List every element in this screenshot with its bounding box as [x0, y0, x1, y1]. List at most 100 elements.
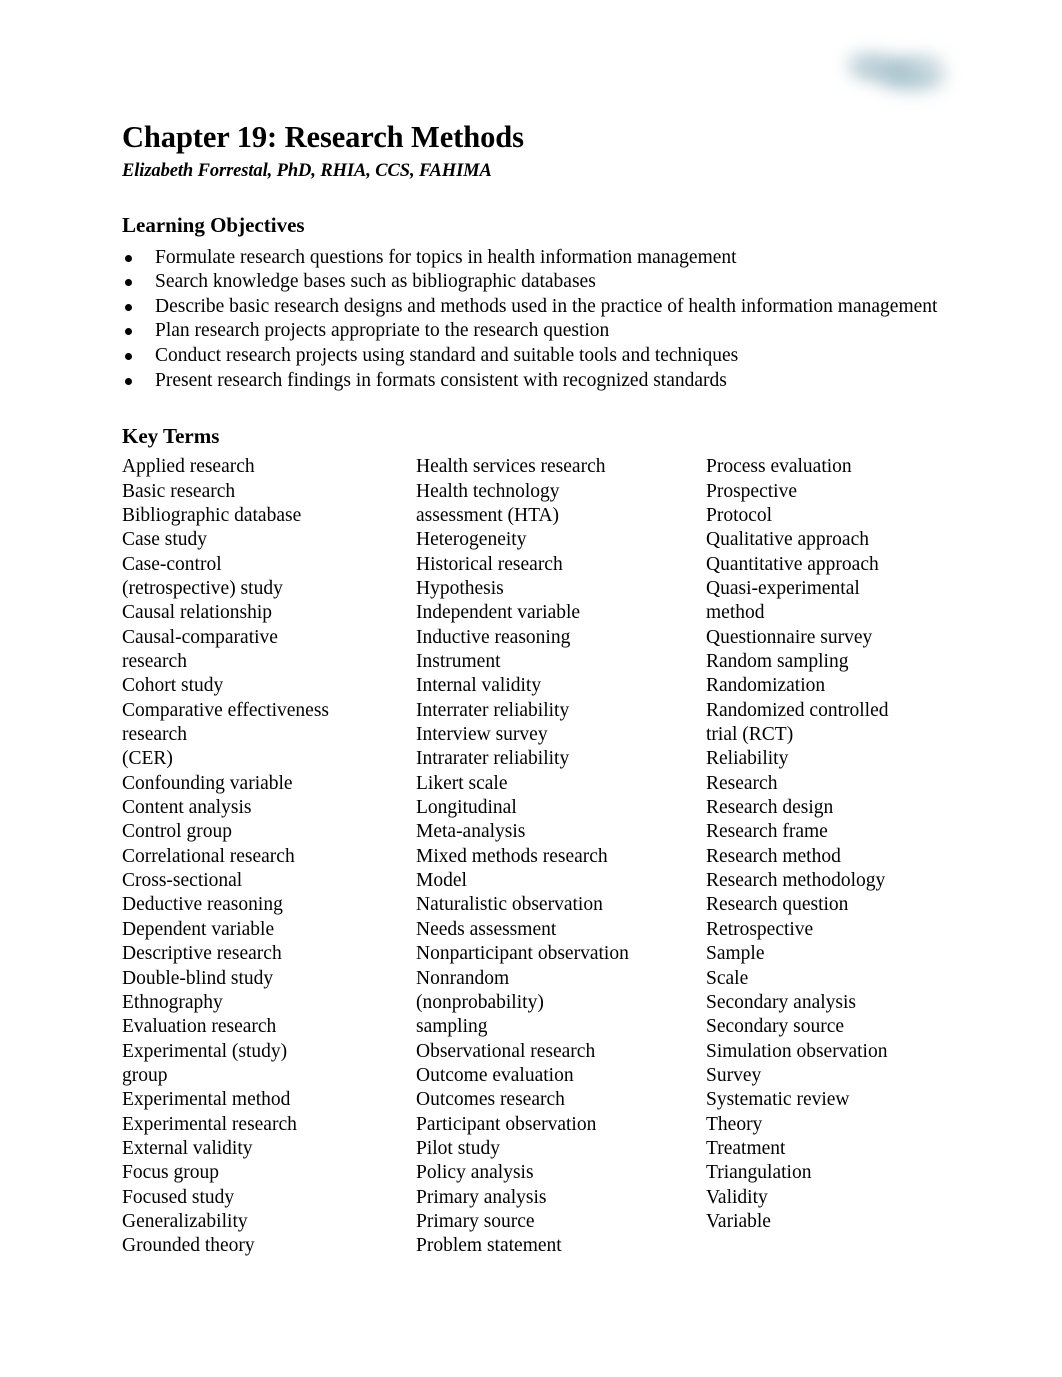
key-term: Quasi-experimental [706, 578, 860, 599]
key-term: Validity [706, 1186, 768, 1208]
key-term: Retrospective [706, 918, 814, 940]
key-term: Primary analysis [416, 1186, 547, 1208]
key-term: Internal validity [416, 675, 542, 697]
key-term: Naturalistic observation [416, 894, 603, 916]
list-item: Plan research projects appropriate to th… [122, 319, 962, 344]
key-terms-column-3: Process evaluation Prospective Protocol Qua… [706, 455, 962, 1258]
key-term: Confounding variable [122, 772, 293, 794]
learning-objectives-list: Formulate research questions for topics … [122, 246, 962, 394]
key-term: Participant observation [416, 1113, 597, 1135]
key-term: Research frame [706, 821, 828, 843]
bullet-icon [125, 352, 132, 360]
key-term: Research design [706, 797, 834, 819]
key-term: Mixed methods research [416, 845, 608, 867]
document-content: Chapter 19: Research Methods Elizabeth F… [122, 120, 962, 1259]
key-term: Variable [706, 1210, 771, 1232]
key-term: Content analysis [122, 797, 252, 819]
list-item-label: Search knowledge bases such as bibliogra… [155, 271, 596, 293]
key-term: Hypothesis [416, 578, 504, 599]
key-term: Secondary source [706, 1016, 845, 1038]
document-page: Chapter 19: Research Methods Elizabeth F… [0, 0, 1062, 1377]
key-term: Cross-sectional [122, 870, 243, 892]
key-term: Independent variable [416, 602, 581, 624]
key-terms-column-2: Health services research Health technolog… [416, 455, 706, 1258]
page-title: Chapter 19: Research Methods [122, 120, 524, 154]
watermark-blob [880, 64, 944, 90]
key-term: Prospective [706, 480, 797, 502]
key-term: assessment (HTA) [416, 504, 560, 526]
key-term: Random sampling [706, 651, 849, 673]
key-term: Health technology [416, 480, 560, 502]
key-term: Interrater reliability [416, 699, 570, 721]
list-item-label: Present research findings in formats con… [155, 369, 727, 391]
key-term: Descriptive research [122, 943, 282, 965]
key-terms-columns: Applied research Basic research Bibliograp… [122, 455, 962, 1258]
list-item: Present research findings in formats con… [122, 369, 962, 394]
key-term: Case study [122, 529, 208, 551]
key-term: Research question [706, 894, 849, 916]
key-term: Heterogeneity [416, 529, 527, 551]
key-term: Research method [706, 845, 841, 867]
key-term: method [706, 602, 765, 624]
watermark-blob [904, 56, 944, 74]
key-term: Experimental method [122, 1089, 291, 1111]
list-item-label: Describe basic research designs and meth… [155, 295, 938, 317]
list-item-label: Plan research projects appropriate to th… [155, 320, 610, 342]
key-term: Generalizability [122, 1210, 248, 1232]
key-term: Health services research [416, 456, 606, 478]
bullet-icon [125, 377, 132, 385]
key-term: Inductive reasoning [416, 626, 571, 648]
list-item-label: Formulate research questions for topics … [155, 246, 737, 268]
key-term: Ethnography [122, 991, 223, 1013]
learning-objectives-heading: Learning Objectives [122, 213, 305, 238]
key-term: Needs assessment [416, 918, 557, 940]
key-term: Pilot study [416, 1137, 500, 1159]
key-term: Treatment [706, 1137, 786, 1159]
key-terms-heading: Key Terms [122, 424, 220, 449]
key-term: External validity [122, 1137, 253, 1159]
key-term: Secondary analysis [706, 991, 857, 1013]
key-term: Model [416, 870, 467, 892]
key-term: Research methodology [706, 870, 886, 892]
bullet-icon [125, 328, 132, 336]
key-term: Process evaluation [706, 456, 852, 478]
key-term: Simulation observation [706, 1040, 888, 1062]
key-term: Systematic review [706, 1089, 850, 1111]
key-term: Randomization [706, 675, 826, 697]
key-term: Theory [706, 1113, 763, 1135]
key-term: Observational research [416, 1040, 596, 1062]
key-term: Focused study [122, 1186, 235, 1208]
key-term: Case-control [122, 553, 222, 575]
key-term: Randomized controlled [706, 699, 889, 721]
key-term: group [122, 1064, 168, 1086]
key-term: Questionnaire survey [706, 626, 873, 648]
key-term: (nonprobability) [416, 991, 544, 1013]
key-term: Correlational research [122, 845, 295, 867]
key-term: Dependent variable [122, 918, 275, 940]
key-term: Longitudinal [416, 797, 517, 819]
key-term: trial (RCT) [706, 724, 794, 746]
key-term: Applied research [122, 456, 255, 478]
key-term: Problem statement [416, 1235, 562, 1257]
key-term: Qualitative approach [706, 529, 869, 551]
key-term: research [122, 651, 187, 673]
list-item: Search knowledge bases such as bibliogra… [122, 270, 962, 295]
key-term: Primary source [416, 1210, 535, 1232]
key-term: Cohort study [122, 675, 224, 697]
key-term: Nonrandom [416, 967, 510, 989]
key-term: Instrument [416, 651, 501, 673]
key-term: research [122, 724, 187, 746]
key-term: Reliability [706, 748, 789, 770]
key-term: Sample [706, 943, 765, 965]
key-term: Grounded theory [122, 1235, 255, 1257]
bullet-icon [125, 303, 132, 311]
key-term: Deductive reasoning [122, 894, 283, 916]
key-term: Control group [122, 821, 232, 843]
list-item-label: Conduct research projects using standard… [155, 344, 739, 366]
key-term: Bibliographic database [122, 504, 302, 526]
key-terms-column-1: Applied research Basic research Bibliograp… [122, 455, 416, 1258]
key-term: (retrospective) study [122, 578, 283, 599]
key-term: Historical research [416, 553, 563, 575]
key-term: Research [706, 772, 778, 794]
key-term: Protocol [706, 504, 773, 526]
